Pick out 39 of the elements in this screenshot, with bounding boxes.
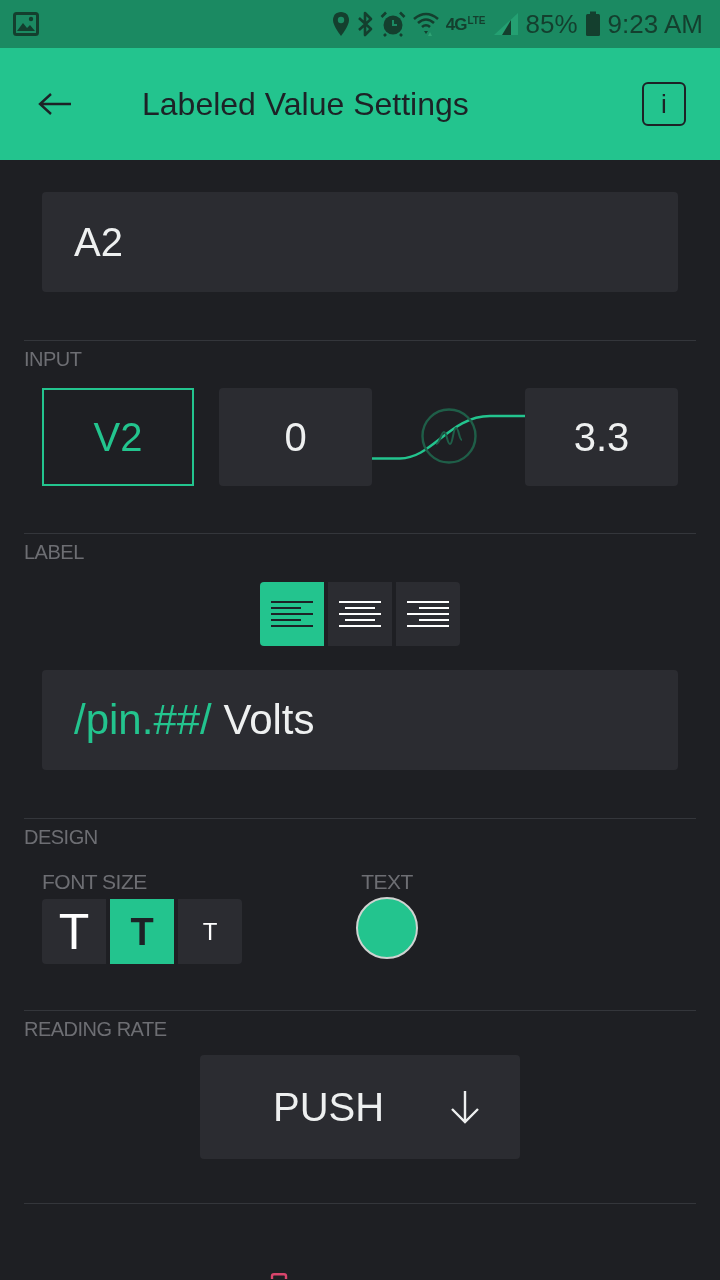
battery-icon bbox=[584, 11, 601, 37]
text-color-label: TEXT bbox=[361, 869, 413, 895]
wave-icon bbox=[421, 408, 477, 464]
section-heading: READING RATE bbox=[24, 1017, 168, 1041]
screen-title: Labeled Value Settings bbox=[142, 85, 470, 124]
font-size-label: FONT SIZE bbox=[42, 869, 148, 895]
align-left-button[interactable] bbox=[260, 582, 324, 646]
section-heading: LABEL bbox=[24, 540, 85, 564]
clock-time: 9:23 AM bbox=[607, 11, 703, 37]
label-format-field[interactable]: /pin.##/ Volts bbox=[42, 670, 678, 770]
min-value-field[interactable]: 0 bbox=[219, 388, 372, 486]
font-size-small-button[interactable]: T bbox=[178, 899, 242, 964]
align-right-button[interactable] bbox=[396, 582, 460, 646]
align-right-icon bbox=[407, 601, 449, 627]
back-arrow-icon[interactable] bbox=[38, 92, 72, 116]
align-left-icon bbox=[271, 601, 313, 627]
pin-selector[interactable]: V2 bbox=[42, 388, 194, 486]
location-pin-icon bbox=[331, 11, 350, 37]
down-arrow-icon bbox=[450, 1090, 480, 1124]
reading-rate-dropdown[interactable]: PUSH bbox=[200, 1055, 520, 1159]
battery-percent: 85% bbox=[525, 11, 578, 37]
signal-strength-icon bbox=[492, 12, 519, 36]
image-icon bbox=[13, 12, 39, 36]
align-center-icon bbox=[339, 601, 381, 627]
max-value-field[interactable]: 3.3 bbox=[525, 388, 678, 486]
font-size-medium-button[interactable]: T bbox=[110, 899, 174, 964]
partial-icon bbox=[270, 1273, 288, 1279]
alarm-clock-icon bbox=[379, 11, 406, 37]
info-button[interactable]: i bbox=[642, 82, 686, 126]
section-heading: DESIGN bbox=[24, 825, 99, 849]
bluetooth-icon bbox=[356, 11, 373, 37]
section-heading: INPUT bbox=[24, 347, 83, 371]
name-field[interactable]: A2 bbox=[42, 192, 678, 292]
network-subtype-label: LTE bbox=[467, 15, 486, 26]
font-size-large-button[interactable]: T bbox=[42, 899, 106, 964]
reading-rate-value: PUSH bbox=[273, 1084, 385, 1131]
wifi-icon bbox=[412, 11, 439, 37]
align-center-button[interactable] bbox=[328, 582, 392, 646]
network-type-label: 4G bbox=[445, 15, 467, 33]
